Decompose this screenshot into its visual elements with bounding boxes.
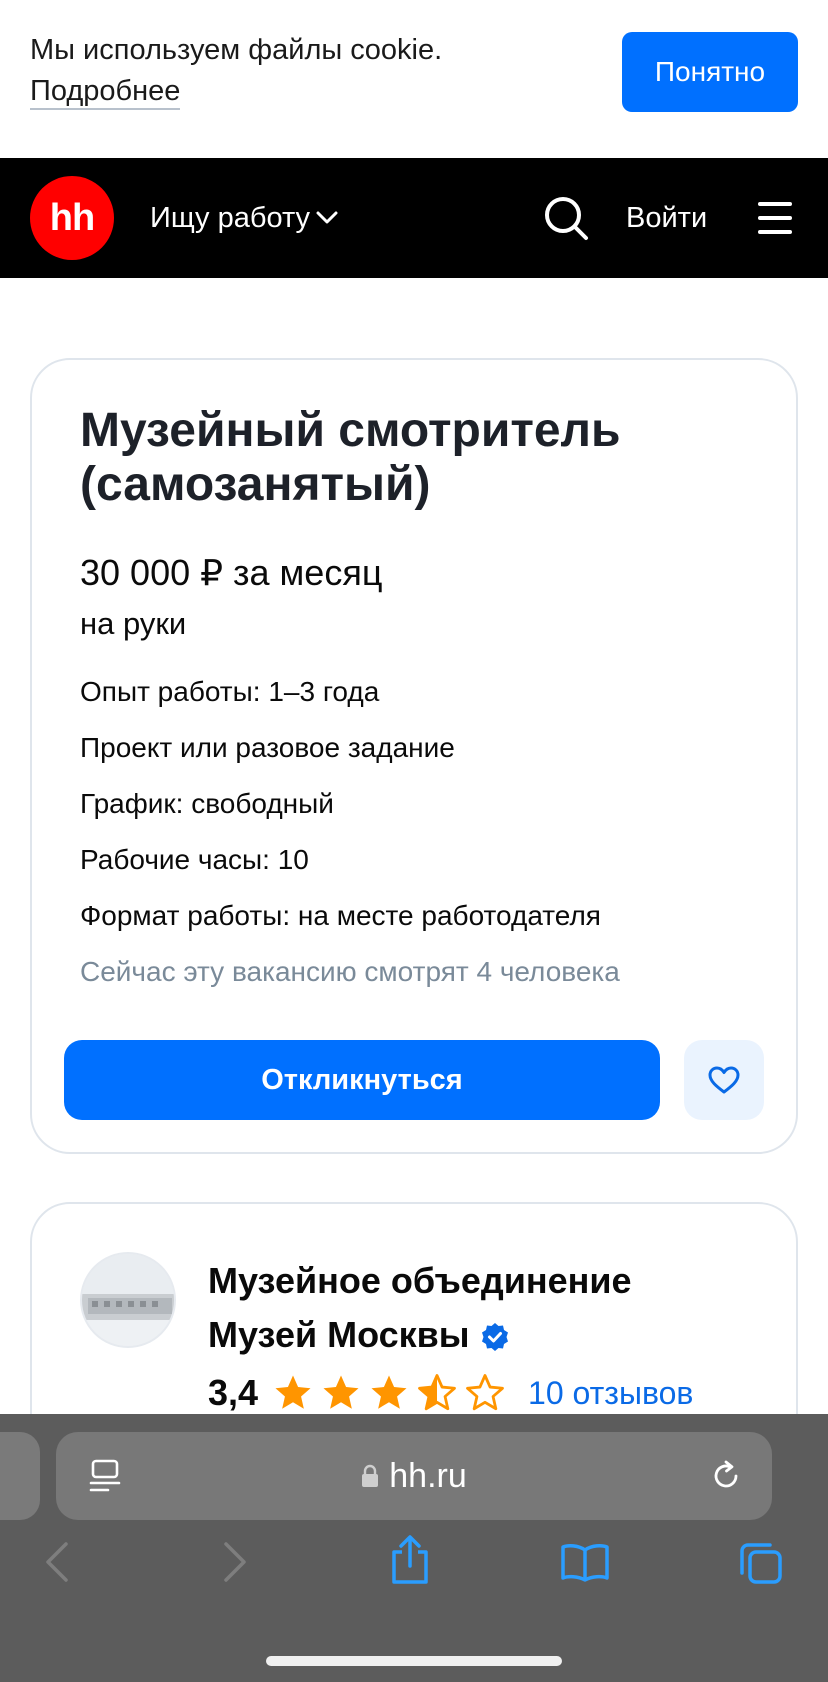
vacancy-work-format: Формат работы: на месте работодателя bbox=[80, 900, 601, 931]
star-half-icon bbox=[418, 1374, 456, 1411]
tabs-icon[interactable] bbox=[738, 1540, 784, 1586]
site-header: hh Ищу работу Войти bbox=[0, 158, 828, 278]
cookie-banner: Мы используем файлы cookie. Подробнее По… bbox=[0, 0, 828, 158]
employer-avatar[interactable] bbox=[80, 1252, 176, 1348]
search-icon[interactable] bbox=[542, 194, 590, 242]
verified-badge-icon bbox=[481, 1323, 508, 1352]
star-full-icon bbox=[371, 1375, 407, 1409]
vacancy-title: Музейный смотритель (самозанятый) bbox=[80, 404, 621, 511]
rating-stars bbox=[272, 1372, 506, 1414]
employer-name[interactable]: Музейное объединение Музей Москвы bbox=[208, 1254, 748, 1362]
login-link[interactable]: Войти bbox=[626, 196, 707, 240]
star-full-icon bbox=[323, 1375, 359, 1409]
cookie-accept-button[interactable]: Понятно bbox=[622, 32, 798, 112]
cookie-text: Мы используем файлы cookie. bbox=[30, 34, 443, 66]
vacancy-hours: Рабочие часы: 10 bbox=[80, 844, 309, 875]
employer-logo-image bbox=[82, 1254, 174, 1346]
role-select-label: Ищу работу bbox=[150, 202, 311, 234]
url-display: hh.ru bbox=[56, 1432, 772, 1520]
lock-icon bbox=[362, 1464, 379, 1487]
url-text: hh.ru bbox=[389, 1456, 467, 1495]
reload-icon[interactable] bbox=[708, 1458, 744, 1494]
browser-toolbar: hh.ru bbox=[0, 1414, 828, 1682]
hh-logo[interactable]: hh bbox=[30, 176, 114, 260]
chevron-down-icon bbox=[316, 211, 338, 224]
star-full-icon bbox=[275, 1375, 311, 1409]
star-empty-icon bbox=[466, 1374, 504, 1411]
heart-icon bbox=[708, 1066, 740, 1094]
vacancy-salary: 30 000 ₽ за месяц bbox=[80, 552, 383, 593]
vacancy-schedule: График: свободный bbox=[80, 788, 334, 819]
role-select[interactable]: Ищу работу bbox=[150, 196, 338, 240]
forward-icon[interactable] bbox=[222, 1540, 248, 1584]
home-indicator bbox=[266, 1656, 562, 1666]
reviews-link[interactable]: 10 отзывов bbox=[528, 1375, 693, 1412]
apply-button[interactable]: Откликнуться bbox=[64, 1040, 660, 1120]
menu-icon[interactable] bbox=[758, 200, 792, 236]
cookie-message: Мы используем файлы cookie. Подробнее bbox=[30, 30, 442, 112]
vacancy-employment: Проект или разовое задание bbox=[80, 732, 455, 763]
employer-rating: 3,4 10 отзывов bbox=[208, 1368, 693, 1418]
favorite-button[interactable] bbox=[684, 1040, 764, 1120]
employer-name-text: Музейное объединение Музей Москвы bbox=[208, 1260, 632, 1355]
cookie-more-link[interactable]: Подробнее bbox=[30, 74, 181, 110]
address-bar[interactable]: hh.ru bbox=[56, 1432, 772, 1520]
bookmarks-icon[interactable] bbox=[560, 1542, 610, 1582]
rating-value: 3,4 bbox=[208, 1372, 259, 1413]
back-icon[interactable] bbox=[44, 1540, 70, 1584]
vacancy-experience: Опыт работы: 1–3 года bbox=[80, 676, 380, 707]
share-icon[interactable] bbox=[388, 1534, 432, 1586]
vacancy-card: Музейный смотритель (самозанятый) 30 000… bbox=[30, 358, 798, 1154]
vacancy-watching: Сейчас эту вакансию смотрят 4 человека bbox=[80, 956, 620, 987]
previous-tab-preview[interactable] bbox=[0, 1432, 40, 1520]
vacancy-salary-note: на руки bbox=[80, 606, 187, 641]
